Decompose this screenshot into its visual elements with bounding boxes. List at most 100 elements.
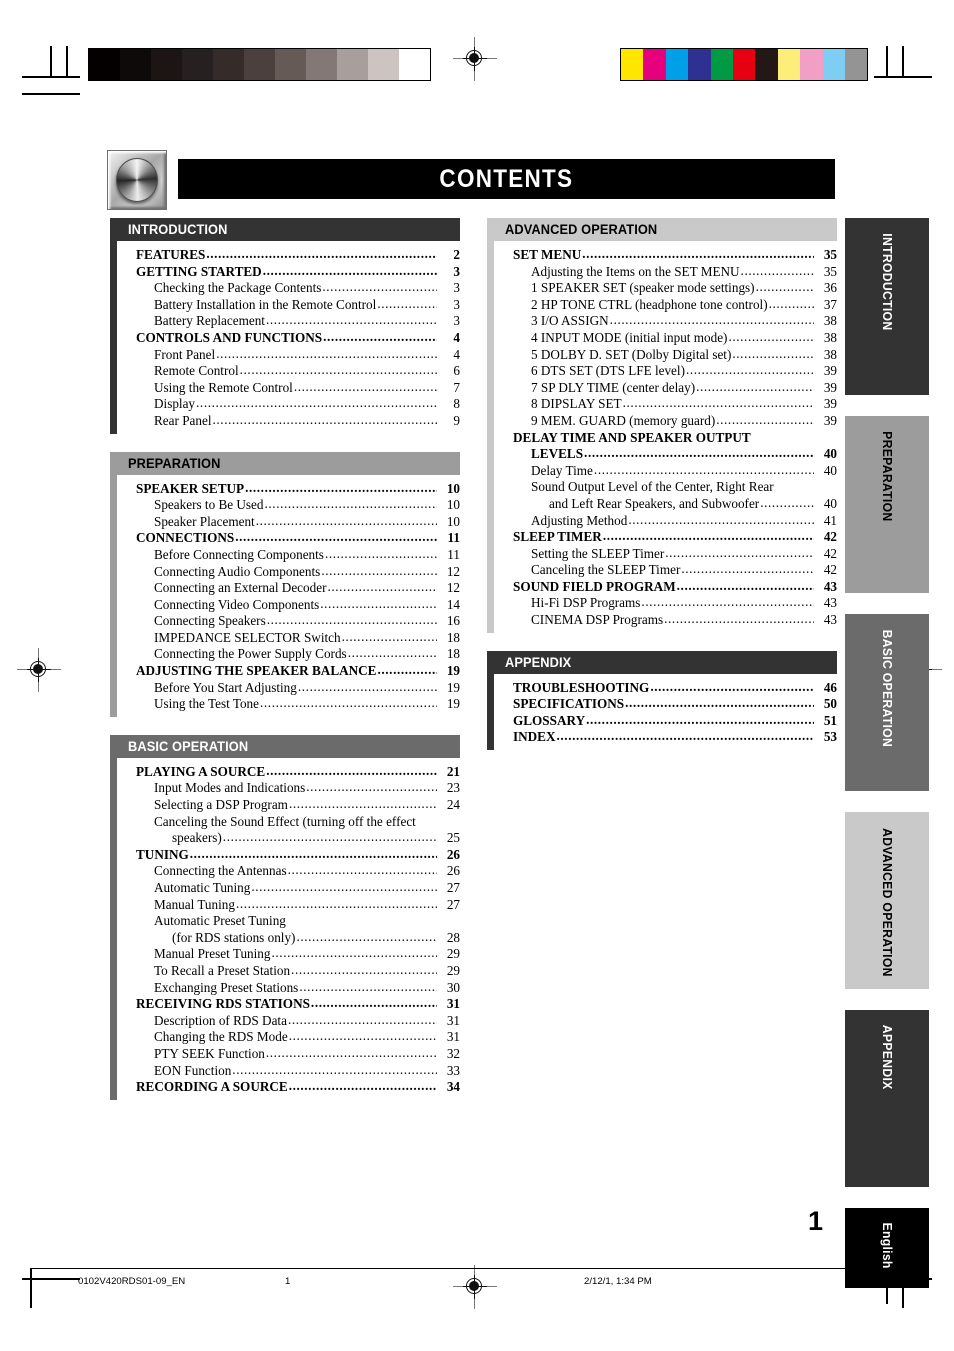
toc-entry[interactable]: Canceling the Sound Effect (turning off … — [110, 814, 460, 831]
toc-entry[interactable]: Battery Installation in the Remote Contr… — [110, 296, 460, 314]
toc-entry[interactable]: Connecting the Power Supply Cords.......… — [110, 645, 460, 663]
toc-entry[interactable]: PTY SEEK Function.......................… — [110, 1045, 460, 1063]
toc-entry[interactable]: 2 HP TONE CTRL (headphone tone control).… — [487, 296, 837, 314]
toc-entry-title: Manual Tuning — [154, 896, 235, 912]
toc-entry[interactable]: INDEX...................................… — [487, 728, 837, 746]
toc-entry[interactable]: Sound Output Level of the Center, Right … — [487, 479, 837, 496]
toc-entry[interactable]: SPECIFICATIONS..........................… — [487, 695, 837, 713]
toc-entry[interactable]: RECEIVING RDS STATIONS..................… — [110, 995, 460, 1013]
toc-leader-dots: ........................................… — [266, 612, 437, 628]
toc-entry[interactable]: To Recall a Preset Station..............… — [110, 962, 460, 980]
toc-entry[interactable]: Description of RDS Data.................… — [110, 1012, 460, 1030]
toc-entry[interactable]: 3 I/O ASSIGN............................… — [487, 312, 837, 330]
toc-entry-title: 3 I/O ASSIGN — [531, 313, 609, 329]
toc-entry[interactable]: 1 SPEAKER SET (speaker mode settings)...… — [487, 279, 837, 297]
toc-entry[interactable]: Input Modes and Indications.............… — [110, 779, 460, 797]
toc-entry-title: CONTROLS AND FUNCTIONS — [136, 329, 323, 345]
toc-entry[interactable]: Connecting Speakers.....................… — [110, 612, 460, 630]
toc-entry[interactable]: 4 INPUT MODE (initial input mode).......… — [487, 329, 837, 347]
toc-entry[interactable]: and Left Rear Speakers, and Subwoofer...… — [487, 495, 837, 513]
toc-entry[interactable]: Before You Start Adjusting..............… — [110, 679, 460, 697]
toc-entry[interactable]: LEVELS..................................… — [487, 445, 837, 463]
toc-entry[interactable]: Selecting a DSP Program.................… — [110, 796, 460, 814]
section-header-label: APPENDIX — [505, 654, 572, 670]
toc-entry[interactable]: ADJUSTING THE SPEAKER BALANCE...........… — [110, 662, 460, 680]
side-tab-preparation[interactable]: PREPARATION — [845, 416, 929, 593]
toc-entry[interactable]: Connecting an External Decoder..........… — [110, 579, 460, 597]
toc-entry-page: 46 — [823, 679, 837, 695]
toc-entry[interactable]: Checking the Package Contents...........… — [110, 279, 460, 297]
toc-entry[interactable]: Manual Preset Tuning....................… — [110, 945, 460, 963]
toc-leader-dots: ........................................… — [602, 528, 814, 544]
toc-entry[interactable]: Connecting the Antennas.................… — [110, 862, 460, 880]
toc-entry[interactable]: 6 DTS SET (DTS LFE level)...............… — [487, 362, 837, 380]
toc-entry[interactable]: TUNING..................................… — [110, 846, 460, 864]
toc-leader-dots: ........................................… — [740, 262, 814, 278]
toc-entry[interactable]: IMPEDANCE SELECTOR Switch...............… — [110, 629, 460, 647]
toc-entry[interactable]: Rear Panel..............................… — [110, 412, 460, 430]
side-tab-appendix[interactable]: APPENDIX — [845, 1010, 929, 1187]
toc-entry[interactable]: Remote Control..........................… — [110, 362, 460, 380]
toc-entry-page: 38 — [823, 329, 837, 345]
toc-entry[interactable]: Adjusting Method........................… — [487, 512, 837, 530]
toc-entry[interactable]: GETTING STARTED.........................… — [110, 263, 460, 281]
toc-entry[interactable]: 5 DOLBY D. SET (Dolby Digital set)......… — [487, 346, 837, 364]
toc-entry[interactable]: Using the Remote Control................… — [110, 379, 460, 397]
toc-entry[interactable]: Automatic Tuning........................… — [110, 879, 460, 897]
toc-entry[interactable]: Canceling the SLEEP Timer...............… — [487, 561, 837, 579]
toc-section-basic-operation: BASIC OPERATION PLAYING A SOURCE.........… — [110, 734, 460, 1100]
toc-entry[interactable]: (for RDS stations only).................… — [110, 929, 460, 947]
toc-entry[interactable]: speakers)...............................… — [110, 829, 460, 847]
toc-entry[interactable]: 9 MEM. GUARD (memory guard).............… — [487, 412, 837, 430]
toc-entry[interactable]: SOUND FIELD PROGRAM.....................… — [487, 578, 837, 596]
toc-entry-page: 29 — [446, 946, 460, 962]
toc-entry[interactable]: CONTROLS AND FUNCTIONS..................… — [110, 329, 460, 347]
toc-entry[interactable]: Adjusting the Items on the SET MENU.....… — [487, 262, 837, 281]
toc-entry[interactable]: Speaker Placement.......................… — [110, 513, 460, 531]
toc-entry[interactable]: TROUBLESHOOTING.........................… — [487, 679, 837, 697]
toc-entry[interactable]: Exchanging Preset Stations..............… — [110, 979, 460, 997]
toc-entry[interactable]: EON Function............................… — [110, 1062, 460, 1080]
toc-entry[interactable]: Changing the RDS Mode...................… — [110, 1028, 460, 1046]
toc-entry[interactable]: Speakers to Be Used.....................… — [110, 496, 460, 514]
toc-entry-page: 8 — [453, 396, 460, 412]
toc-entry-title: Manual Preset Tuning — [154, 946, 271, 962]
toc-entry[interactable]: Hi-Fi DSP Programs......................… — [487, 594, 837, 612]
toc-entry[interactable]: Connecting Audio Components.............… — [110, 563, 460, 581]
toc-entry-page: 27 — [446, 896, 460, 912]
section-body: TROUBLESHOOTING.........................… — [487, 673, 837, 751]
toc-entry[interactable]: Setting the SLEEP Timer.................… — [487, 545, 837, 563]
toc-entry[interactable]: CINEMA DSP Programs.....................… — [487, 611, 837, 629]
side-tab-label: ADVANCED OPERATION — [880, 828, 894, 977]
toc-entry-title: RECORDING A SOURCE — [136, 1079, 288, 1095]
toc-entry[interactable]: Front Panel.............................… — [110, 346, 460, 364]
side-tab-introduction[interactable]: INTRODUCTION — [845, 218, 929, 395]
toc-entry[interactable]: 7 SP DLY TIME (center delay)............… — [487, 379, 837, 397]
side-tab-advanced-operation[interactable]: ADVANCED OPERATION — [845, 812, 929, 989]
toc-entry[interactable]: RECORDING A SOURCE......................… — [110, 1078, 460, 1096]
section-header-appendix: APPENDIX — [487, 650, 837, 674]
toc-entry[interactable]: SET MENU................................… — [487, 246, 837, 264]
toc-entry[interactable]: Automatic Preset Tuning.................… — [110, 913, 460, 930]
toc-entry[interactable]: Connecting Video Components.............… — [110, 596, 460, 614]
side-tab-basic-operation[interactable]: BASIC OPERATION — [845, 614, 929, 791]
toc-leader-dots: ........................................… — [196, 395, 437, 411]
toc-entry[interactable]: FEATURES................................… — [110, 246, 460, 264]
toc-entry[interactable]: CONNECTIONS.............................… — [110, 529, 460, 547]
toc-entry[interactable]: Using the Test Tone.....................… — [110, 695, 460, 713]
toc-entry[interactable]: SPEAKER SETUP...........................… — [110, 480, 460, 498]
toc-entry[interactable]: Manual Tuning...........................… — [110, 896, 460, 914]
toc-entry-page: 39 — [823, 363, 837, 379]
toc-entry[interactable]: DELAY TIME AND SPEAKER OUTPUT...........… — [487, 430, 837, 447]
toc-entry[interactable]: Display.................................… — [110, 395, 460, 413]
toc-entry-page: 31 — [446, 1029, 460, 1045]
toc-entry[interactable]: 8 DIPSLAY SET...........................… — [487, 395, 837, 413]
toc-entry[interactable]: GLOSSARY................................… — [487, 712, 837, 730]
toc-leader-dots: ........................................… — [235, 529, 437, 545]
toc-entry[interactable]: PLAYING A SOURCE........................… — [110, 763, 460, 781]
toc-entry[interactable]: Before Connecting Components............… — [110, 546, 460, 564]
side-tab-english[interactable]: English — [845, 1208, 929, 1288]
toc-entry[interactable]: Battery Replacement.....................… — [110, 312, 460, 330]
toc-entry[interactable]: SLEEP TIMER.............................… — [487, 528, 837, 546]
toc-entry[interactable]: Delay Time..............................… — [487, 462, 837, 480]
